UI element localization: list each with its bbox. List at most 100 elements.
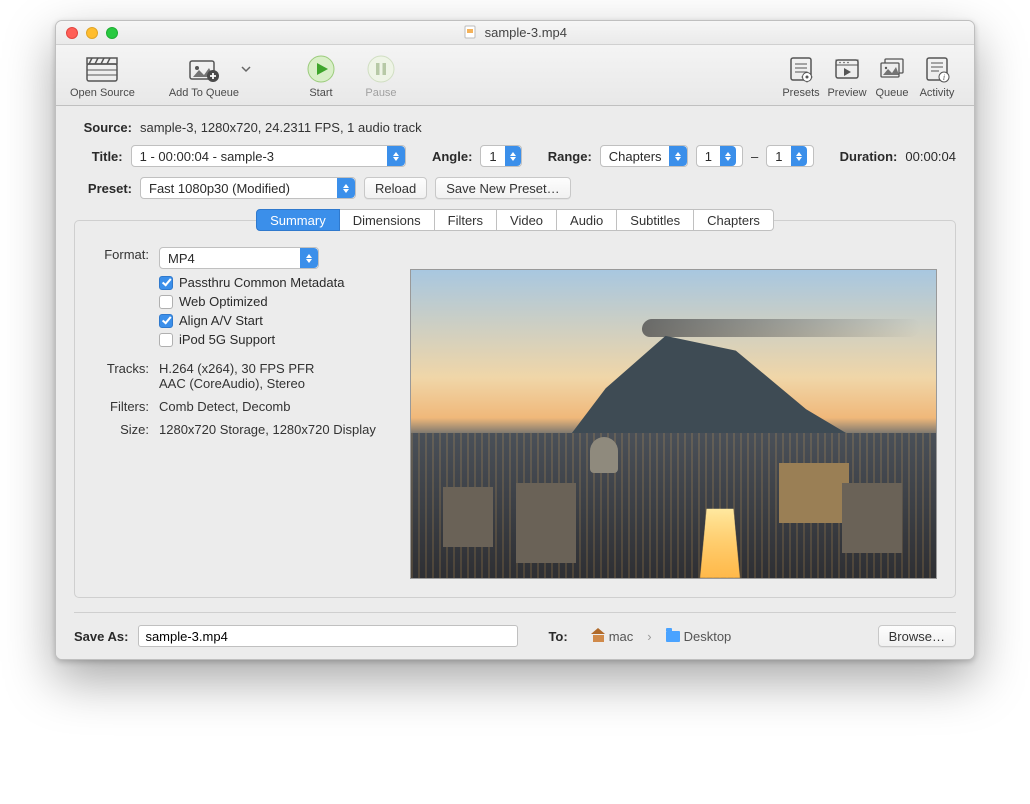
to-label: To: xyxy=(548,629,567,644)
add-to-queue-button[interactable]: Add To Queue xyxy=(169,51,239,99)
titlebar: sample-3.mp4 xyxy=(56,21,974,45)
chevron-right-icon: › xyxy=(647,629,651,644)
folder-icon xyxy=(666,631,680,642)
preset-label: Preset: xyxy=(74,181,132,196)
range-label: Range: xyxy=(548,149,592,164)
path-destination[interactable]: Desktop xyxy=(666,629,732,644)
pause-icon xyxy=(366,51,396,87)
range-from-stepper[interactable]: 1 xyxy=(696,145,743,167)
range-type-value: Chapters xyxy=(601,149,669,164)
path-dest-label: Desktop xyxy=(684,629,732,644)
add-to-queue-dropdown-arrow[interactable] xyxy=(241,65,251,99)
summary-panel: Format: MP4 Passthru Common Metadata xyxy=(74,220,956,598)
document-icon xyxy=(463,25,477,39)
tab-dimensions[interactable]: Dimensions xyxy=(340,209,435,231)
queue-icon xyxy=(877,51,907,87)
toolbar-label: Presets xyxy=(782,87,819,99)
tab-label: Dimensions xyxy=(353,213,421,228)
app-window: sample-3.mp4 Open Sou xyxy=(55,20,975,660)
range-type-select[interactable]: Chapters xyxy=(600,145,688,167)
tab-label: Summary xyxy=(270,213,326,228)
preview-icon xyxy=(833,51,861,87)
checkbox-label: Web Optimized xyxy=(179,294,268,309)
web-optimized-checkbox[interactable] xyxy=(159,295,173,309)
preview-button[interactable]: Preview xyxy=(824,51,870,99)
save-new-preset-button[interactable]: Save New Preset… xyxy=(435,177,570,199)
toolbar-label: Pause xyxy=(365,87,396,99)
ipod-5g-support-checkbox[interactable] xyxy=(159,333,173,347)
path-home-label: mac xyxy=(609,629,634,644)
tab-label: Chapters xyxy=(707,213,760,228)
button-label: Reload xyxy=(375,181,416,196)
path-home[interactable]: mac xyxy=(592,629,634,644)
tab-label: Subtitles xyxy=(630,213,680,228)
tracks-line: AAC (CoreAudio), Stereo xyxy=(159,376,314,391)
start-button[interactable]: Start xyxy=(291,51,351,99)
tab-summary[interactable]: Summary xyxy=(256,209,340,231)
presets-icon xyxy=(788,51,814,87)
tab-video[interactable]: Video xyxy=(497,209,557,231)
saveas-label: Save As: xyxy=(74,629,128,644)
queue-button[interactable]: Queue xyxy=(870,51,914,99)
toolbar-label: Preview xyxy=(827,87,866,99)
checkbox-label: iPod 5G Support xyxy=(179,332,275,347)
button-label: Browse… xyxy=(889,629,945,644)
source-label: Source: xyxy=(74,120,132,135)
toolbar-label: Open Source xyxy=(70,87,135,99)
svg-text:i: i xyxy=(943,73,945,82)
checkbox-label: Align A/V Start xyxy=(179,313,263,328)
dropdown-cap-icon xyxy=(337,178,355,198)
tab-bar: Summary Dimensions Filters Video Audio S… xyxy=(74,209,956,231)
stepper-cap-icon xyxy=(791,146,807,166)
button-label: Save New Preset… xyxy=(446,181,559,196)
tab-label: Audio xyxy=(570,213,603,228)
tab-subtitles[interactable]: Subtitles xyxy=(617,209,694,231)
angle-value: 1 xyxy=(481,149,504,164)
dropdown-cap-icon xyxy=(387,146,405,166)
tab-filters[interactable]: Filters xyxy=(435,209,497,231)
browse-button[interactable]: Browse… xyxy=(878,625,956,647)
home-icon xyxy=(592,630,605,642)
checkbox-label: Passthru Common Metadata xyxy=(179,275,344,290)
tab-label: Filters xyxy=(448,213,483,228)
dropdown-cap-icon xyxy=(300,248,318,268)
tab-audio[interactable]: Audio xyxy=(557,209,617,231)
range-to-stepper[interactable]: 1 xyxy=(766,145,813,167)
window-controls xyxy=(56,27,118,39)
reload-preset-button[interactable]: Reload xyxy=(364,177,427,199)
source-value: sample-3, 1280x720, 24.2311 FPS, 1 audio… xyxy=(140,120,422,135)
tracks-line: H.264 (x264), 30 FPS PFR xyxy=(159,361,314,376)
format-value: MP4 xyxy=(160,251,300,266)
angle-stepper[interactable]: 1 xyxy=(480,145,521,167)
range-dash: – xyxy=(751,149,758,164)
range-to-value: 1 xyxy=(767,149,790,164)
format-label: Format: xyxy=(93,247,149,262)
toolbar-label: Add To Queue xyxy=(169,87,239,99)
title-select-value: 1 - 00:00:04 - sample-3 xyxy=(132,149,387,164)
tab-chapters[interactable]: Chapters xyxy=(694,209,774,231)
title-select[interactable]: 1 - 00:00:04 - sample-3 xyxy=(131,145,406,167)
tab-label: Video xyxy=(510,213,543,228)
zoom-window-button[interactable] xyxy=(106,27,118,39)
film-plus-icon xyxy=(187,51,221,87)
passthru-metadata-checkbox[interactable] xyxy=(159,276,173,290)
size-label: Size: xyxy=(93,422,149,437)
activity-button[interactable]: i Activity xyxy=(914,51,960,99)
align-av-start-checkbox[interactable] xyxy=(159,314,173,328)
duration-value: 00:00:04 xyxy=(905,149,956,164)
stepper-cap-icon xyxy=(505,146,521,166)
open-source-button[interactable]: Open Source xyxy=(70,51,135,99)
title-label: Title: xyxy=(74,149,123,164)
video-preview xyxy=(410,269,937,579)
presets-button[interactable]: Presets xyxy=(778,51,824,99)
pause-button: Pause xyxy=(351,51,411,99)
saveas-input[interactable] xyxy=(138,625,518,647)
toolbar: Open Source Add To Queue xyxy=(56,45,974,106)
format-select[interactable]: MP4 xyxy=(159,247,319,269)
preset-select[interactable]: Fast 1080p30 (Modified) xyxy=(140,177,356,199)
toolbar-label: Activity xyxy=(920,87,955,99)
preset-value: Fast 1080p30 (Modified) xyxy=(141,181,337,196)
toolbar-label: Queue xyxy=(875,87,908,99)
minimize-window-button[interactable] xyxy=(86,27,98,39)
close-window-button[interactable] xyxy=(66,27,78,39)
